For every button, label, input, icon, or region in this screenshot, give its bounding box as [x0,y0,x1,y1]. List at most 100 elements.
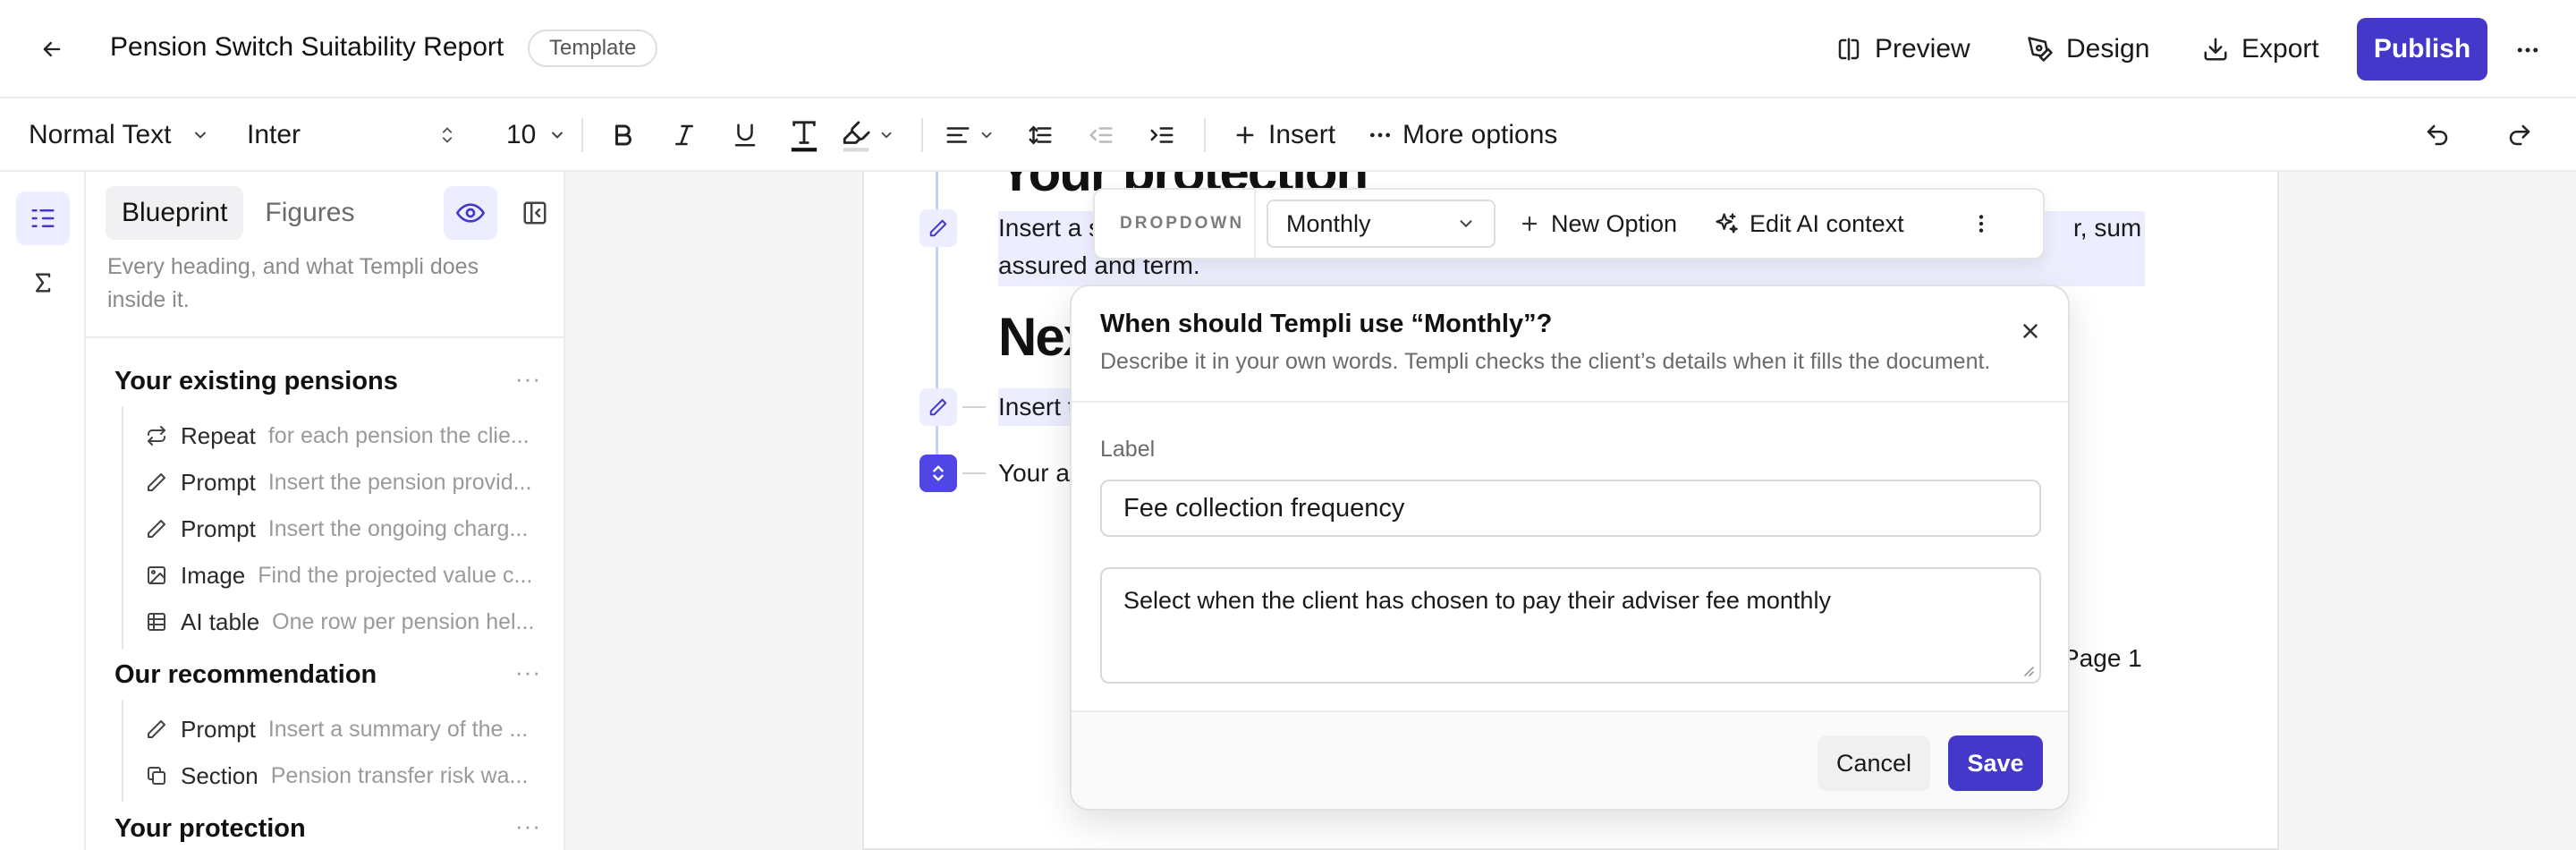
blueprint-item[interactable]: Prompt Insert a summary of the ... [145,711,564,747]
item-kind: AI table [181,608,260,635]
toolbar-divider [921,118,923,152]
panel-divider [86,336,564,338]
italic-icon[interactable] [671,98,698,172]
indent-icon[interactable] [1148,98,1175,172]
save-button[interactable]: Save [1948,735,2043,791]
plus-icon [1519,213,1540,234]
tree-line [122,406,123,650]
dropdown-option-select[interactable]: Monthly [1267,200,1496,248]
text-style-select[interactable]: Normal Text [29,98,209,172]
preview-button[interactable]: Preview [1835,27,1970,72]
more-options-label: More options [1402,120,1558,149]
paragraph-line[interactable]: Insert a s [998,209,1101,247]
dropdown-block-chevron-icon[interactable] [919,455,957,492]
blueprint-item[interactable]: Repeat for each pension the clie... [145,418,564,454]
close-icon[interactable] [2012,313,2048,349]
dialog-title: When should Templi use “Monthly”? [1100,310,1553,338]
table-icon [145,610,168,633]
blueprint-panel: Blueprint Figures Every heading, and wha… [86,172,565,850]
selected-option: Monthly [1286,209,1371,237]
design-button[interactable]: Design [2027,27,2149,72]
option-context-dialog: When should Templi use “Monthly”? Descri… [1070,285,2070,811]
section-heading[interactable]: Our recommendation [114,660,377,690]
outdent-icon[interactable] [1088,98,1114,172]
document-title[interactable]: Pension Switch Suitability Report [110,32,504,63]
paragraph-line[interactable]: Your a [998,455,1070,492]
image-icon [145,564,168,587]
insert-label: Insert [1268,120,1336,149]
item-kind: Prompt [181,514,256,542]
item-description: Insert a summary of the ... [267,716,529,742]
bubble-divider [1254,190,1256,258]
copy-icon [145,764,168,787]
eye-icon[interactable] [444,186,497,240]
edit-ai-context-button[interactable]: Edit AI context [1714,190,1904,258]
section-more-icon[interactable]: ··· [515,365,541,393]
edit-ai-context-label: Edit AI context [1750,209,1904,237]
font-select[interactable]: Inter [247,98,456,172]
toolbar-divider [1204,118,1206,152]
resize-handle-icon[interactable] [2020,662,2034,676]
toolbar-divider [581,118,583,152]
label-input[interactable]: Fee collection frequency [1100,480,2041,537]
font-size-value: 10 [506,120,537,149]
underline-icon[interactable] [732,98,758,172]
plus-icon [1233,123,1258,148]
blueprint-item[interactable]: Section Pension transfer risk wa... [145,758,564,794]
ai-context-text: Select when the client has chosen to pay… [1123,587,1831,614]
item-description: One row per pension hel... [272,608,535,634]
chevron-up-down-icon [438,124,456,146]
redo-icon[interactable] [2506,98,2533,172]
chevron-down-icon [1456,214,1476,234]
blueprint-item[interactable]: Prompt Insert the pension provid... [145,464,564,500]
more-vertical-icon[interactable] [1970,190,1993,258]
collapse-panel-icon[interactable] [508,186,562,240]
dropdown-block-toolbar: DROPDOWN Monthly New Option Edit AI cont… [1093,188,2045,259]
align-button[interactable] [945,98,995,172]
font-size-select[interactable]: 10 [506,98,566,172]
more-options-button[interactable]: More options [1368,98,1557,172]
back-arrow-icon[interactable] [36,33,68,65]
line-height-icon[interactable] [1027,98,1054,172]
app-header: Pension Switch Suitability Report Templa… [0,0,2576,98]
section-heading[interactable]: Your existing pensions [114,367,398,396]
text-color-icon[interactable] [789,98,819,172]
outline-list-icon[interactable] [16,191,70,245]
paragraph-line[interactable]: Insert t [998,388,1080,426]
undo-icon[interactable] [2424,98,2451,172]
tab-figures[interactable]: Figures [249,186,370,240]
new-option-label: New Option [1551,209,1678,237]
paragraph-line-end[interactable]: r, sum [2073,209,2141,247]
item-description: Pension transfer risk wa... [270,762,529,788]
publish-button[interactable]: Publish [2357,18,2487,81]
insert-button[interactable]: Insert [1233,98,1335,172]
export-button[interactable]: Export [2202,27,2319,72]
page-number: Page 1 [2063,644,2142,672]
repeat-icon [145,424,168,447]
section-heading[interactable]: Your protection [114,814,306,844]
blueprint-item[interactable]: Prompt Insert the ongoing charg... [145,511,564,547]
item-description: Insert the pension provid... [267,469,532,495]
blueprint-item[interactable]: Image Find the projected value c... [145,557,564,593]
ai-context-textarea[interactable]: Select when the client has chosen to pay… [1100,567,2041,684]
prompt-block-pen-icon[interactable] [919,388,957,426]
sigma-icon[interactable] [16,256,70,310]
new-option-button[interactable]: New Option [1519,190,1677,258]
more-horizontal-icon[interactable] [2510,32,2546,68]
blueprint-item[interactable]: AI table One row per pension hel... [145,604,564,640]
chevron-down-icon [979,127,995,143]
sparkles-icon [1714,211,1739,236]
cancel-button[interactable]: Cancel [1818,735,1930,791]
tab-blueprint[interactable]: Blueprint [106,186,244,240]
section-more-icon[interactable]: ··· [515,812,541,840]
section-more-icon[interactable]: ··· [515,659,541,686]
bold-icon[interactable] [610,98,637,172]
item-kind: Image [181,561,246,589]
prompt-block-pen-icon[interactable] [919,209,957,247]
export-label: Export [2241,34,2319,64]
dialog-subtitle: Describe it in your own words. Templi ch… [1100,349,1991,374]
template-badge: Template [528,30,658,67]
gutter-connector [962,406,986,408]
gutter-connector [962,472,986,474]
highlight-color-button[interactable] [841,98,894,172]
